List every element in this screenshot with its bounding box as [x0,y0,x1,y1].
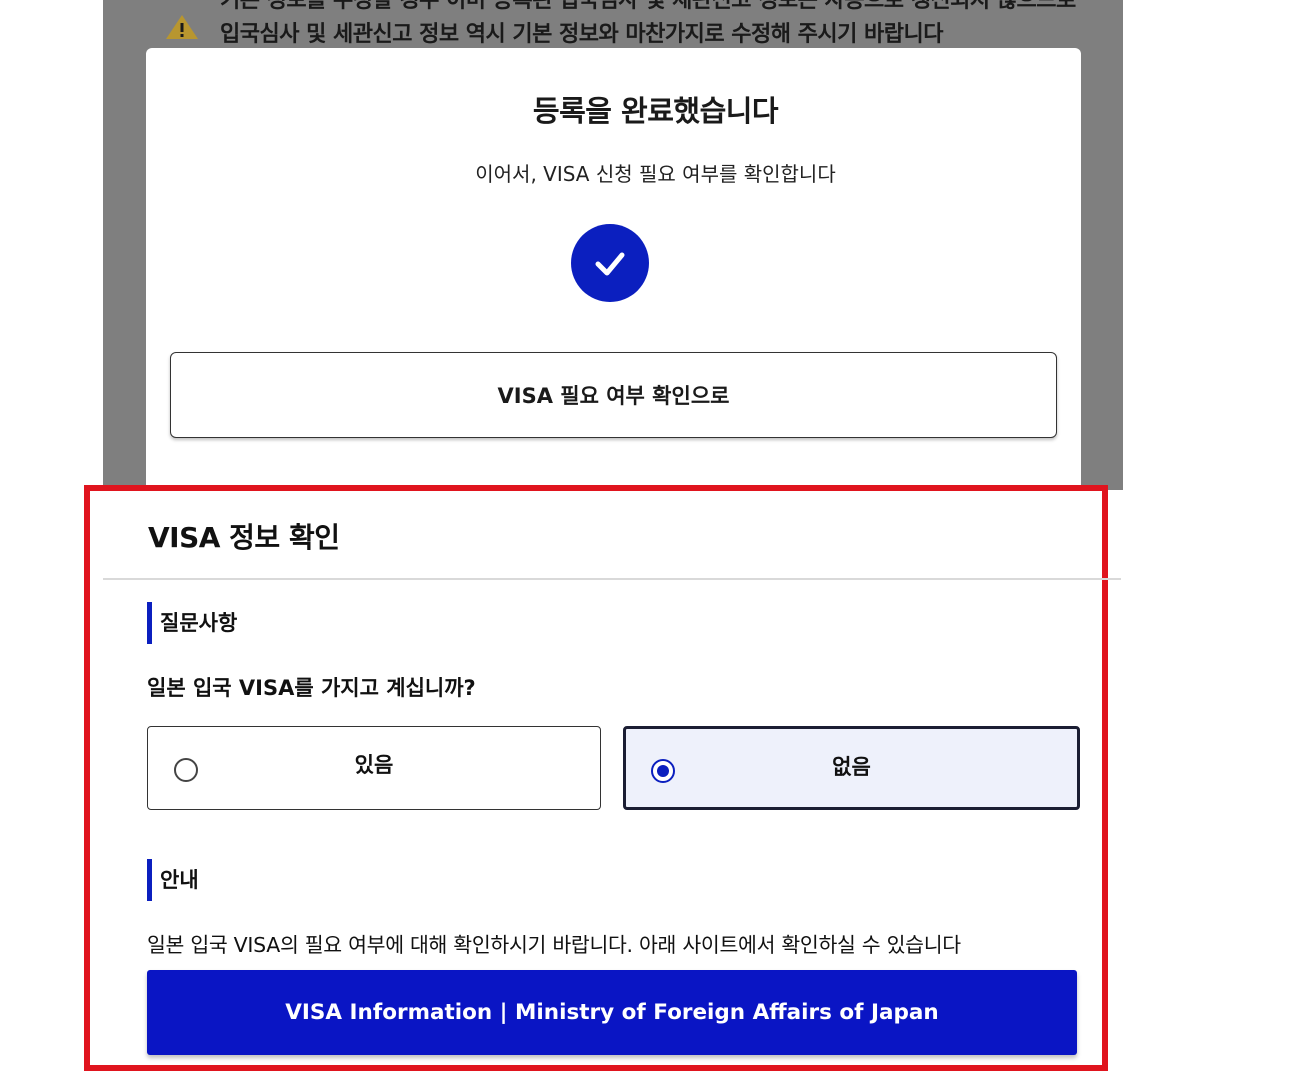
modal-subtitle: 이어서, VISA 신청 필요 여부를 확인합니다 [475,162,836,186]
visa-info-panel: VISA 정보 확인 질문사항 일본 입국 VISA를 가지고 계십니까? 있음… [103,490,1121,1065]
warning-text: 기본 정보를 수정할 경우 이미 등록된 입국심사 및 세관신고 정보는 자동으… [220,0,1076,47]
visa-section-title: VISA 정보 확인 [148,521,340,554]
question-section-heading: 질문사항 [147,602,237,644]
check-circle-icon [571,224,649,302]
warning-icon [166,15,198,39]
warning-banner: 기본 정보를 수정할 경우 이미 등록된 입국심사 및 세관신고 정보는 자동으… [165,0,1105,50]
visa-option-no[interactable]: 없음 [623,726,1080,810]
visa-option-yes[interactable]: 있음 [147,726,601,810]
visa-option-no-label: 없음 [832,755,871,779]
guide-text: 일본 입국 VISA의 필요 여부에 대해 확인하시기 바랍니다. 아래 사이트… [147,933,961,957]
visa-question: 일본 입국 VISA를 가지고 계십니까? [147,676,476,700]
divider [103,578,1121,580]
guide-section-heading: 안내 [147,859,199,901]
modal-title: 등록을 완료했습니다 [532,94,779,128]
visa-option-yes-label: 있음 [354,753,394,777]
visa-info-link-button[interactable]: VISA Information | Ministry of Foreign A… [147,970,1077,1055]
visa-check-button[interactable]: VISA 필요 여부 확인으로 [170,352,1057,438]
